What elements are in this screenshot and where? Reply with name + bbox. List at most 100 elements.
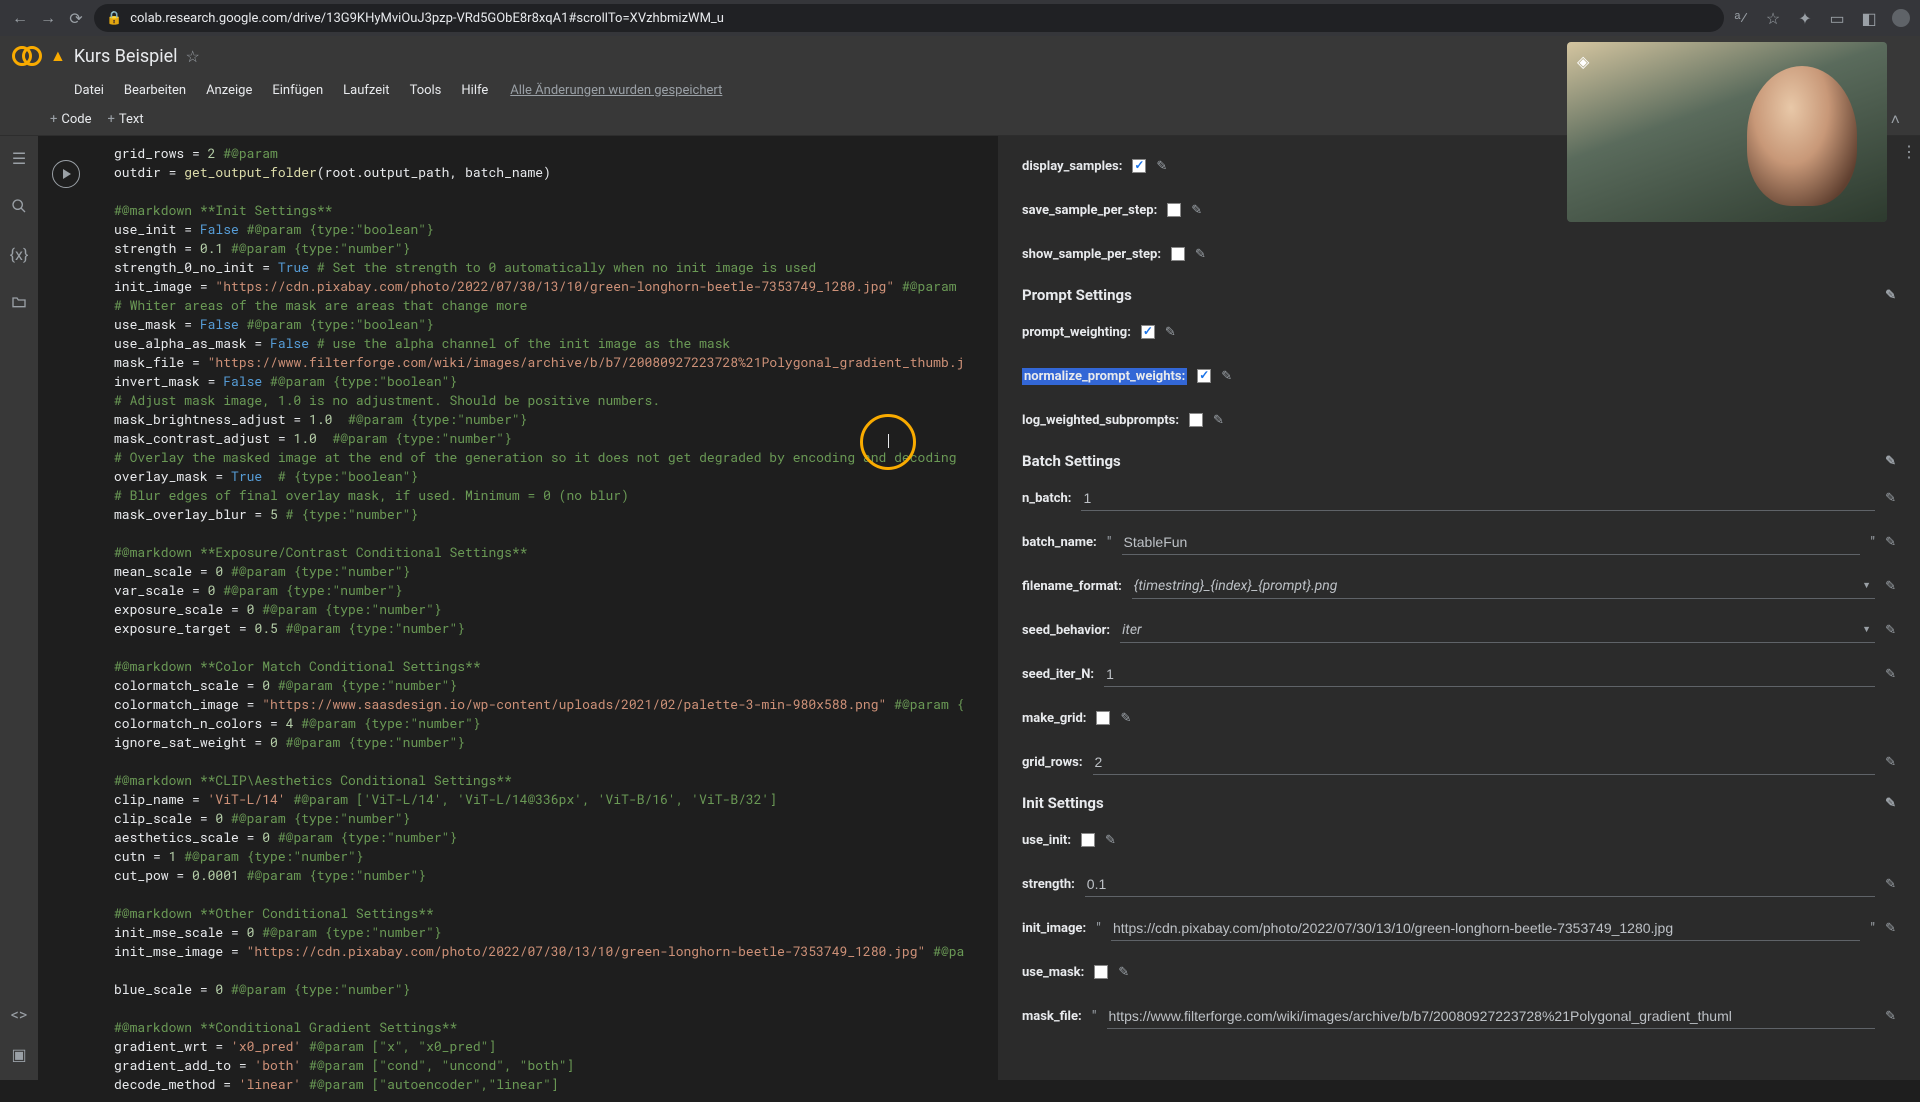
code-editor[interactable]: grid_rows = 2 #@param outdir = get_outpu… [38,136,998,1080]
normalize-prompt-weights-checkbox[interactable] [1197,369,1211,383]
mask-file-input[interactable] [1107,1004,1876,1029]
use-mask-row: use_mask: ✎ [1022,950,1896,994]
menu-edit[interactable]: Bearbeiten [118,83,192,98]
init-settings-title: Init Settings [1022,794,1104,812]
pencil-icon[interactable]: ✎ [1885,623,1896,638]
pencil-icon[interactable]: ✎ [1885,921,1896,936]
nav-forward-icon[interactable]: → [38,8,58,28]
pencil-icon[interactable]: ✎ [1885,667,1896,682]
pencil-icon[interactable]: ✎ [1118,965,1129,980]
pencil-icon[interactable]: ✎ [1221,369,1232,384]
pencil-icon[interactable]: ✎ [1885,491,1896,506]
seed-iter-n-row: seed_iter_N: ✎ [1022,652,1896,696]
save-sample-per-step-checkbox[interactable] [1167,203,1181,217]
run-button[interactable] [52,160,80,188]
save-status[interactable]: Alle Änderungen wurden gespeichert [510,83,722,98]
url-bar[interactable]: 🔒 colab.research.google.com/drive/13G9KH… [94,4,1724,32]
panel-icon[interactable]: ◧ [1860,9,1878,27]
make-grid-label: make_grid: [1022,711,1086,726]
pencil-icon[interactable]: ✎ [1156,159,1167,174]
pencil-icon[interactable]: ✎ [1213,413,1224,428]
init-image-input[interactable] [1111,916,1860,941]
pencil-icon[interactable]: ✎ [1105,833,1116,848]
files-icon[interactable] [9,292,29,312]
prompt-settings-title: Prompt Settings [1022,286,1132,304]
make-grid-row: make_grid: ✎ [1022,696,1896,740]
nav-reload-icon[interactable]: ⟳ [66,8,86,28]
pencil-icon[interactable]: ✎ [1195,247,1206,262]
use-init-checkbox[interactable] [1081,833,1095,847]
show-sample-per-step-row: show_sample_per_step: ✎ [1022,232,1896,276]
bookmark-icon[interactable]: ☆ [1764,9,1782,27]
add-text-button[interactable]: +Text [108,112,144,127]
reader-icon[interactable]: ▭ [1828,9,1846,27]
star-icon[interactable]: ☆ [186,47,200,66]
pencil-icon[interactable]: ✎ [1885,1009,1896,1024]
menu-file[interactable]: Datei [68,83,110,98]
webcam-person [1747,66,1857,206]
cell-content: grid_rows = 2 #@param outdir = get_outpu… [38,136,1920,1080]
webcam-overlay[interactable]: ◈ [1567,42,1887,222]
filename-format-select[interactable]: {timestring}_{index}_{prompt}.png [1132,574,1875,599]
cell-menu-icon[interactable]: ⋮ [1901,142,1917,161]
menu-help[interactable]: Hilfe [455,83,494,98]
prompt-weighting-checkbox[interactable] [1141,325,1155,339]
seed-iter-n-input[interactable] [1104,662,1875,687]
menu-view[interactable]: Anzeige [200,83,258,98]
quote-open: " [1092,1007,1097,1025]
menu-runtime[interactable]: Laufzeit [337,83,395,98]
webcam-pin-icon[interactable]: ◈ [1577,52,1595,70]
log-weighted-subprompts-checkbox[interactable] [1189,413,1203,427]
make-grid-checkbox[interactable] [1096,711,1110,725]
mask-file-label: mask_file: [1022,1009,1082,1024]
nav-back-icon[interactable]: ← [10,8,30,28]
log-weighted-subprompts-row: log_weighted_subprompts: ✎ [1022,398,1896,442]
search-icon[interactable] [9,196,29,216]
seed-behavior-select[interactable]: iter [1120,618,1875,643]
grid-rows-input[interactable] [1093,750,1876,775]
show-sample-per-step-checkbox[interactable] [1171,247,1185,261]
terminal-icon[interactable]: ▣ [9,1044,29,1064]
code-block[interactable]: grid_rows = 2 #@param outdir = get_outpu… [38,136,998,1102]
mask-file-row: mask_file: " ✎ [1022,994,1896,1038]
n-batch-input[interactable] [1081,486,1875,511]
pencil-icon[interactable]: ✎ [1885,877,1896,892]
main-content: ☰ {x} <> ▣ grid_rows = 2 #@param outdir … [0,136,1920,1080]
filename-format-value: {timestring}_{index}_{prompt}.png [1134,578,1338,594]
pencil-icon[interactable]: ✎ [1885,288,1896,303]
strength-input[interactable] [1085,872,1875,897]
variables-icon[interactable]: {x} [9,244,29,264]
pencil-icon[interactable]: ✎ [1191,203,1202,218]
batch-name-label: batch_name: [1022,535,1097,550]
pencil-icon[interactable]: ✎ [1885,454,1896,469]
add-code-button[interactable]: +Code [50,112,92,127]
chevron-up-icon[interactable]: ˄ [1891,110,1900,130]
pencil-icon[interactable]: ✎ [1885,755,1896,770]
pencil-icon[interactable]: ✎ [1885,579,1896,594]
prompt-weighting-row: prompt_weighting: ✎ [1022,310,1896,354]
colab-logo-icon[interactable] [12,46,42,66]
document-title[interactable]: Kurs Beispiel [74,46,178,67]
display-samples-checkbox[interactable] [1132,159,1146,173]
code-snippets-icon[interactable]: <> [9,1004,29,1024]
pencil-icon[interactable]: ✎ [1165,325,1176,340]
toc-icon[interactable]: ☰ [9,148,29,168]
display-samples-label: display_samples: [1022,159,1122,174]
batch-name-row: batch_name: " " ✎ [1022,520,1896,564]
translate-icon[interactable]: ᵃ⁄ [1732,9,1750,27]
init-image-label: init_image: [1022,921,1086,936]
menu-tools[interactable]: Tools [404,83,448,98]
webcam-video: ◈ [1567,42,1887,222]
pencil-icon[interactable]: ✎ [1120,711,1131,726]
pencil-icon[interactable]: ✎ [1885,535,1896,550]
save-sample-per-step-label: save_sample_per_step: [1022,203,1157,218]
extensions-icon[interactable]: ✦ [1796,9,1814,27]
batch-name-input[interactable] [1122,530,1861,555]
use-mask-checkbox[interactable] [1094,965,1108,979]
pencil-icon[interactable]: ✎ [1885,796,1896,811]
show-sample-per-step-label: show_sample_per_step: [1022,247,1161,262]
quote-close: " [1870,919,1875,937]
quote-open: " [1096,919,1101,937]
avatar[interactable] [1892,9,1910,27]
menu-insert[interactable]: Einfügen [266,83,329,98]
